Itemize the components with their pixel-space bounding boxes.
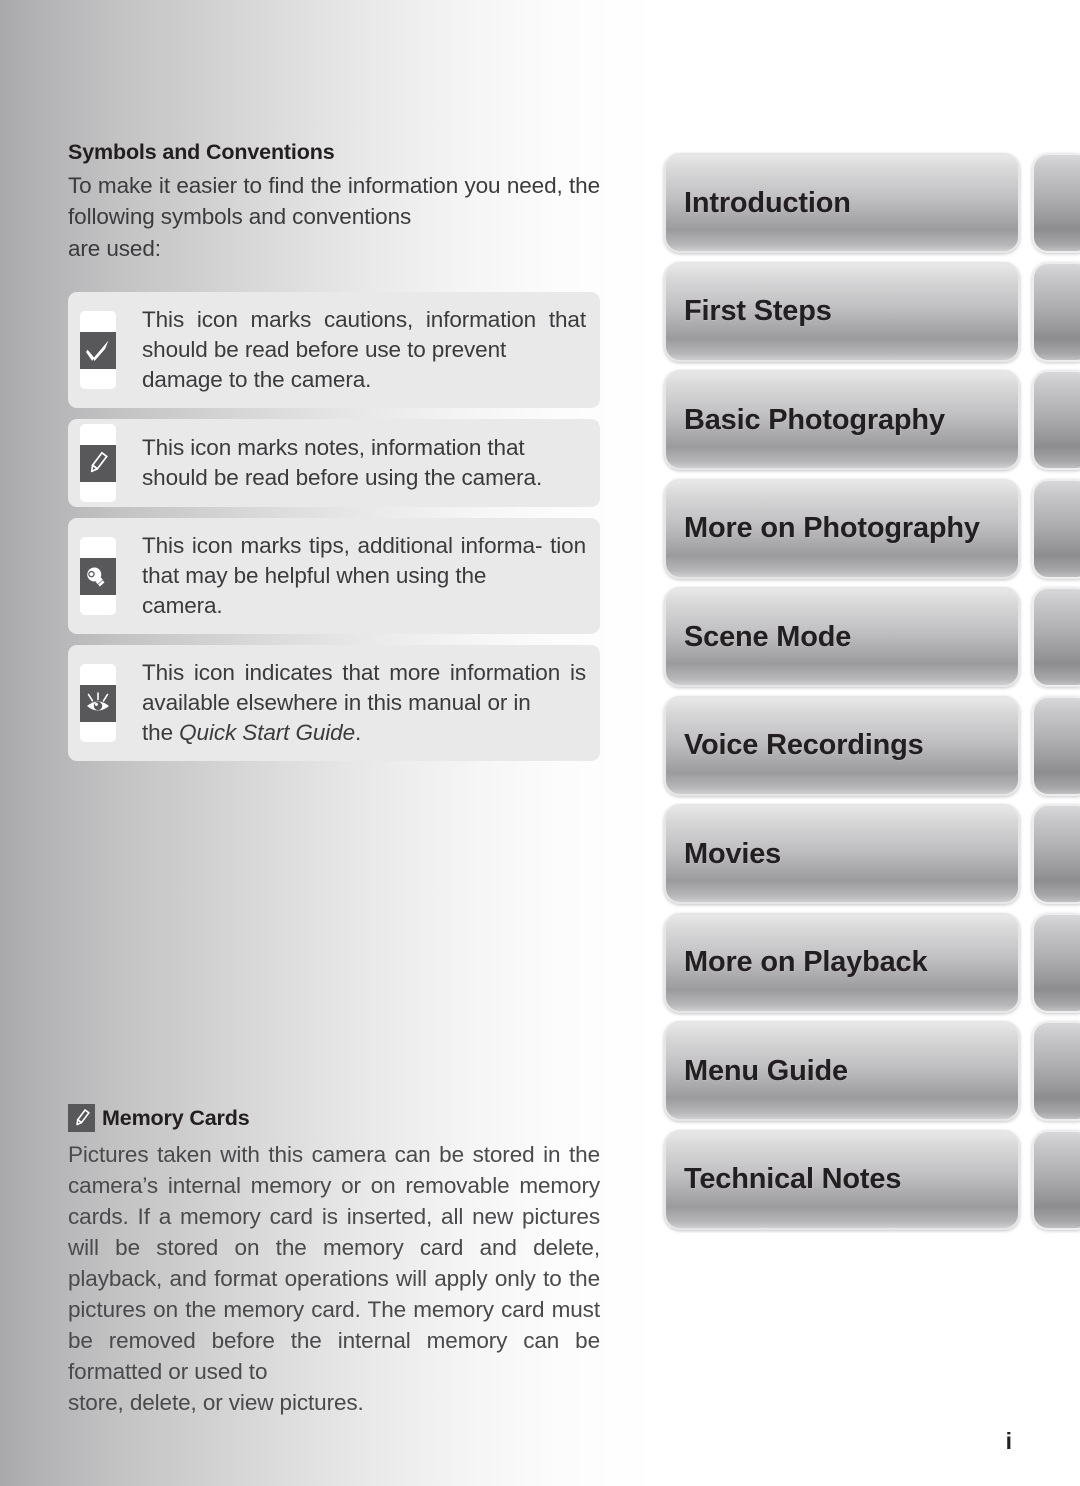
legend-line-3-prefix: the <box>142 720 180 746</box>
tab-label: Basic Photography <box>684 403 945 436</box>
legend-line-1: This icon marks cautions, information <box>142 307 537 333</box>
lightbulb-icon <box>80 557 116 595</box>
tab-partial-facing-page[interactable] <box>1032 804 1080 904</box>
tab-partial-facing-page[interactable] <box>1032 587 1080 687</box>
memory-line-1: Pictures taken with this camera can be s… <box>68 1142 561 1167</box>
tab-scene-mode[interactable]: Scene Mode <box>664 587 1020 687</box>
tab-partial-facing-page[interactable] <box>1032 478 1080 579</box>
tab-more-on-photography[interactable]: More on Photography <box>664 478 1020 579</box>
legend-item-tip: This icon marks tips, additional informa… <box>68 518 600 635</box>
tab-row: First Steps <box>664 259 1080 368</box>
legend-text: This icon marks notes, information that … <box>142 433 586 493</box>
tab-row: Voice Recordings <box>664 693 1080 802</box>
legend-line-3: camera. <box>142 593 223 619</box>
tab-technical-notes[interactable]: Technical Notes <box>664 1129 1020 1230</box>
pencil-icon <box>68 1104 95 1132</box>
tab-partial-facing-page[interactable] <box>1032 695 1080 796</box>
tab-partial-facing-page[interactable] <box>1032 153 1080 253</box>
legend-line-3-suffix: . <box>355 720 362 746</box>
icon-card <box>80 311 116 390</box>
tab-partial-facing-page[interactable] <box>1032 261 1080 362</box>
tab-more-on-playback[interactable]: More on Playback <box>664 912 1020 1013</box>
symbol-legend-list: This icon marks cautions, information th… <box>68 292 600 762</box>
tab-partial-facing-page[interactable] <box>1032 1021 1080 1121</box>
tab-label: Movies <box>684 837 782 870</box>
legend-line-1: This icon indicates that more informatio… <box>142 660 561 686</box>
tab-introduction[interactable]: Introduction <box>664 153 1020 253</box>
tab-movies[interactable]: Movies <box>664 804 1020 904</box>
legend-line-1: This icon marks notes, information that <box>142 435 525 461</box>
eye-icon <box>80 684 116 722</box>
tab-basic-photography[interactable]: Basic Photography <box>664 370 1020 470</box>
manual-page: Symbols and Conventions To make it easie… <box>0 0 1080 1486</box>
icon-card <box>80 664 116 743</box>
tab-label: First Steps <box>684 295 832 327</box>
page-title: Symbols and Conventions <box>68 140 335 164</box>
intro-line-3: are used: <box>68 235 161 261</box>
tab-label: More on Playback <box>684 946 928 978</box>
tab-row: More on Photography <box>664 476 1080 585</box>
legend-line-3: the Quick Start Guide. <box>142 718 586 748</box>
icon-card <box>80 424 116 503</box>
intro-line-1: To make it easier to find the informatio… <box>68 172 501 198</box>
memory-cards-section: Memory Cards Pictures taken with this ca… <box>68 1104 600 1418</box>
legend-item-caution: This icon marks cautions, information th… <box>68 292 600 409</box>
intro-paragraph: To make it easier to find the informatio… <box>68 170 600 265</box>
tab-row: Introduction <box>664 150 1080 259</box>
legend-line-2: should be read before using the camera. <box>142 465 543 491</box>
tab-label: Scene Mode <box>684 620 852 653</box>
tab-label: More on Photography <box>684 512 980 544</box>
tab-label: Introduction <box>684 186 851 219</box>
tab-partial-facing-page[interactable] <box>1032 1129 1080 1230</box>
left-text-column: Symbols and Conventions To make it easie… <box>68 140 600 772</box>
legend-text: This icon indicates that more informatio… <box>142 658 586 748</box>
tab-label: Technical Notes <box>684 1163 902 1195</box>
tab-row: More on Playback <box>664 910 1080 1019</box>
legend-item-note: This icon marks notes, information that … <box>68 419 600 508</box>
tab-row: Technical Notes <box>664 1127 1080 1236</box>
memory-line-9: store, delete, or view pictures. <box>68 1390 364 1415</box>
tab-voice-recordings[interactable]: Voice Recordings <box>664 695 1020 796</box>
page-number: i <box>1005 1428 1012 1454</box>
tab-partial-facing-page[interactable] <box>1032 912 1080 1013</box>
guide-title: Quick Start Guide <box>179 720 356 746</box>
memory-cards-paragraph: Pictures taken with this camera can be s… <box>68 1139 600 1418</box>
tab-row: Basic Photography <box>664 367 1080 476</box>
legend-line-1: This icon marks tips, additional informa… <box>142 533 543 559</box>
tab-row: Menu Guide <box>664 1018 1080 1127</box>
chapter-tab-rail: Introduction First Steps Basic Photograp… <box>664 150 1080 1240</box>
tab-partial-facing-page[interactable] <box>1032 370 1080 470</box>
legend-item-cross-reference: This icon indicates that more informatio… <box>68 645 600 762</box>
icon-card <box>80 537 116 616</box>
pencil-icon <box>80 444 116 482</box>
tab-row: Scene Mode <box>664 584 1080 693</box>
legend-line-3: damage to the camera. <box>142 367 372 393</box>
memory-cards-heading: Memory Cards <box>68 1104 600 1132</box>
tab-label: Voice Recordings <box>684 729 924 761</box>
legend-text: This icon marks tips, additional informa… <box>142 531 586 621</box>
tab-row: Movies <box>664 801 1080 910</box>
tab-menu-guide[interactable]: Menu Guide <box>664 1021 1020 1121</box>
tab-first-steps[interactable]: First Steps <box>664 261 1020 362</box>
checkmark-icon <box>80 331 116 369</box>
memory-cards-title: Memory Cards <box>102 1105 250 1130</box>
legend-text: This icon marks cautions, information th… <box>142 305 586 395</box>
tab-label: Menu Guide <box>684 1054 848 1087</box>
